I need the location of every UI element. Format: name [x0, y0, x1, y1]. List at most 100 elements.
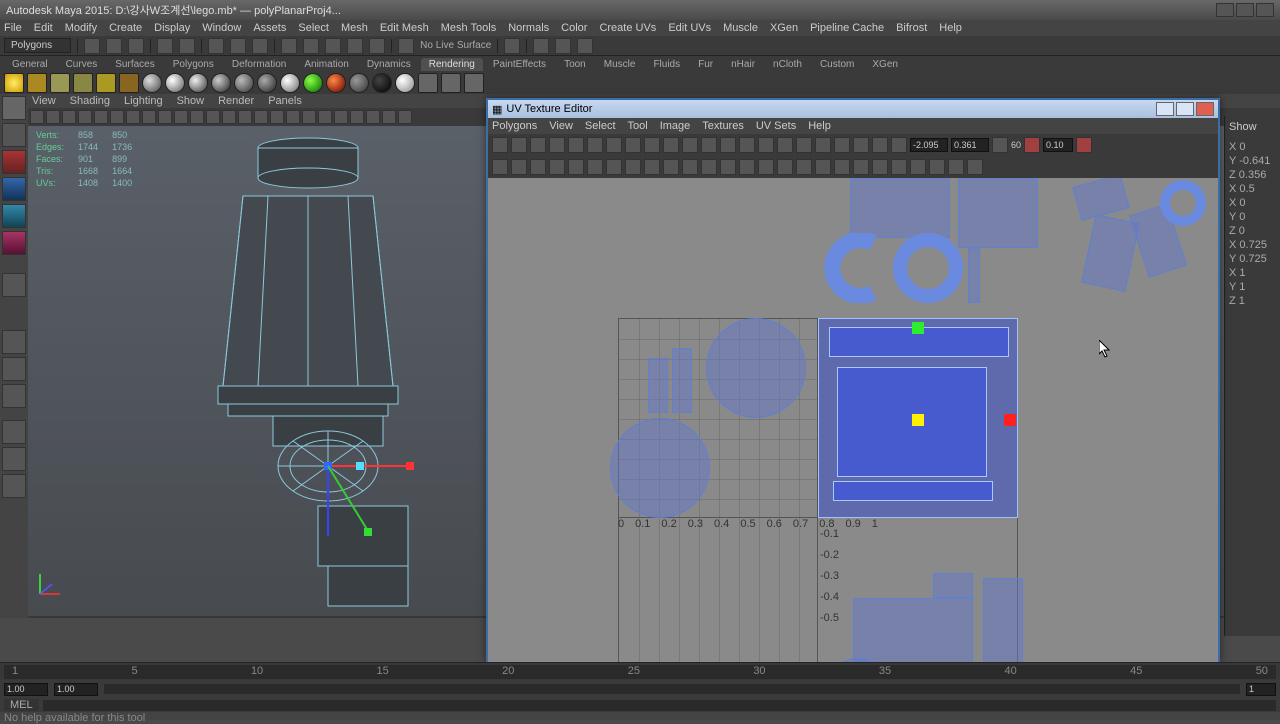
uv-shell-circle[interactable]: [610, 418, 710, 518]
vp-btn[interactable]: [382, 110, 396, 124]
uv-tool-icon[interactable]: [739, 137, 755, 153]
range-start-field[interactable]: [4, 683, 48, 696]
vp-menu-show[interactable]: Show: [177, 95, 205, 107]
menu-create[interactable]: Create: [109, 22, 142, 34]
uv-canvas[interactable]: 00.10.20.30.40.50.60.70.80.91 -0.1-0.2-0…: [488, 178, 1218, 670]
render-settings-icon[interactable]: [577, 38, 593, 54]
uv-tool-icon[interactable]: [891, 159, 907, 175]
snap-plane-icon[interactable]: [347, 38, 363, 54]
uv-tool-icon[interactable]: [701, 137, 717, 153]
tab-ncloth[interactable]: nCloth: [765, 58, 810, 71]
tab-nhair[interactable]: nHair: [723, 58, 763, 71]
graph-icon[interactable]: [2, 447, 26, 471]
shelf-phonge-icon[interactable]: [211, 73, 231, 93]
tab-general[interactable]: General: [4, 58, 56, 71]
render-icon[interactable]: [533, 38, 549, 54]
uv-shell[interactable]: [853, 598, 973, 668]
menu-modify[interactable]: Modify: [65, 22, 97, 34]
vp-btn[interactable]: [158, 110, 172, 124]
tab-animation[interactable]: Animation: [296, 58, 356, 71]
shelf-dir-icon[interactable]: [73, 73, 93, 93]
menu-normals[interactable]: Normals: [508, 22, 549, 34]
uv-menu-help[interactable]: Help: [808, 120, 831, 132]
shelf-batch-icon[interactable]: [464, 73, 484, 93]
shelf-layered-icon[interactable]: [280, 73, 300, 93]
shelf-light-icon[interactable]: [4, 73, 24, 93]
uv-tool-icon[interactable]: [587, 137, 603, 153]
uv-shell-circle[interactable]: [706, 318, 806, 418]
tab-custom[interactable]: Custom: [812, 58, 862, 71]
tab-surfaces[interactable]: Surfaces: [107, 58, 162, 71]
two-pane-icon[interactable]: [2, 384, 26, 408]
uv-shell[interactable]: [933, 573, 973, 598]
snap-grid-icon[interactable]: [281, 38, 297, 54]
menu-muscle[interactable]: Muscle: [723, 22, 758, 34]
uv-shell[interactable]: [958, 178, 1038, 248]
four-pane-icon[interactable]: [2, 357, 26, 381]
uv-tool-icon[interactable]: [796, 159, 812, 175]
uv-tool-icon[interactable]: [492, 137, 508, 153]
uv-shell-ring[interactable]: [888, 228, 968, 308]
vp-menu-view[interactable]: View: [32, 95, 56, 107]
menu-editmesh[interactable]: Edit Mesh: [380, 22, 429, 34]
uv-menu-image[interactable]: Image: [660, 120, 691, 132]
save-scene-icon[interactable]: [128, 38, 144, 54]
ipr-icon[interactable]: [555, 38, 571, 54]
uv-shell[interactable]: [1081, 214, 1140, 292]
vp-btn[interactable]: [46, 110, 60, 124]
shelf-blinn-icon[interactable]: [165, 73, 185, 93]
lasso-icon[interactable]: [230, 38, 246, 54]
undo-icon[interactable]: [157, 38, 173, 54]
uv-tool-icon[interactable]: [872, 137, 888, 153]
uv-menu-tool[interactable]: Tool: [628, 120, 648, 132]
uv-coord-u-field[interactable]: [910, 138, 948, 152]
tab-rendering[interactable]: Rendering: [421, 58, 483, 71]
vp-btn[interactable]: [206, 110, 220, 124]
vp-btn[interactable]: [334, 110, 348, 124]
vp-btn[interactable]: [366, 110, 380, 124]
last-tool[interactable]: [2, 273, 26, 297]
uv-tool-icon[interactable]: [530, 159, 546, 175]
menu-assets[interactable]: Assets: [253, 22, 286, 34]
uv-tool-icon[interactable]: [929, 159, 945, 175]
tab-fluids[interactable]: Fluids: [645, 58, 688, 71]
uv-tool-icon[interactable]: [834, 159, 850, 175]
menu-color[interactable]: Color: [561, 22, 587, 34]
vp-btn[interactable]: [110, 110, 124, 124]
vp-btn[interactable]: [94, 110, 108, 124]
tab-painteffects[interactable]: PaintEffects: [485, 58, 554, 71]
magnet-icon[interactable]: [398, 38, 414, 54]
outliner-icon[interactable]: [2, 420, 26, 444]
move-tool[interactable]: [2, 177, 26, 201]
uv-step-field[interactable]: [1043, 138, 1073, 152]
uv-menu-select[interactable]: Select: [585, 120, 616, 132]
menu-createuvs[interactable]: Create UVs: [599, 22, 656, 34]
shelf-ramp-icon[interactable]: [257, 73, 277, 93]
vp-btn[interactable]: [302, 110, 316, 124]
vp-menu-lighting[interactable]: Lighting: [124, 95, 163, 107]
uv-tool-icon[interactable]: [720, 137, 736, 153]
vp-btn[interactable]: [62, 110, 76, 124]
close-button[interactable]: [1256, 3, 1274, 17]
uv-tool-icon[interactable]: [853, 137, 869, 153]
tab-curves[interactable]: Curves: [58, 58, 106, 71]
paint-select-icon[interactable]: [252, 38, 268, 54]
uv-tool-icon[interactable]: [872, 159, 888, 175]
menu-edituvs[interactable]: Edit UVs: [668, 22, 711, 34]
uv-tool-icon[interactable]: [853, 159, 869, 175]
vp-menu-shading[interactable]: Shading: [70, 95, 110, 107]
tab-fur[interactable]: Fur: [690, 58, 721, 71]
uv-tool-icon[interactable]: [568, 159, 584, 175]
menu-window[interactable]: Window: [202, 22, 241, 34]
snap-curve-icon[interactable]: [303, 38, 319, 54]
open-scene-icon[interactable]: [106, 38, 122, 54]
menu-help[interactable]: Help: [939, 22, 962, 34]
uv-tool-icon[interactable]: [492, 159, 508, 175]
tab-dynamics[interactable]: Dynamics: [359, 58, 419, 71]
uv-texture-editor-window[interactable]: ▦ UV Texture Editor Polygons View Select…: [486, 98, 1220, 662]
channel-box[interactable]: Show X 0 Y -0.641 Z 0.356 X 0.5 X 0 Y 0 …: [1224, 116, 1280, 636]
vp-btn[interactable]: [318, 110, 332, 124]
shelf-shader-black[interactable]: [372, 73, 392, 93]
paint-tool[interactable]: [2, 150, 26, 174]
vp-btn[interactable]: [350, 110, 364, 124]
